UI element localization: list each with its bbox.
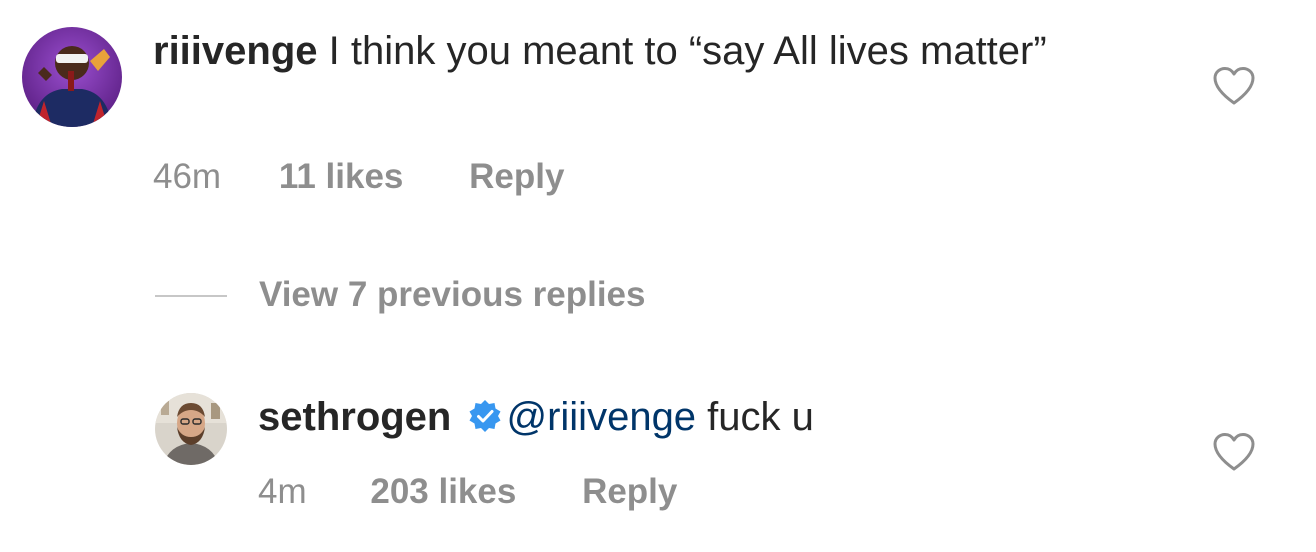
comment-likes-count[interactable]: 203 likes xyxy=(370,472,516,511)
heart-icon[interactable] xyxy=(1212,432,1256,472)
comment-timestamp: 4m xyxy=(258,472,307,511)
comment-body: I think you meant to “say All lives matt… xyxy=(317,29,1047,73)
mention-link[interactable]: @riiivenge xyxy=(506,395,696,439)
view-previous-replies-button[interactable]: View 7 previous replies xyxy=(259,275,646,315)
comment-text: sethrogen @riiivenge fuck u xyxy=(258,393,814,441)
verified-badge-icon xyxy=(468,396,502,432)
comment-body: fuck u xyxy=(696,395,814,439)
performer-avatar-image xyxy=(22,27,122,127)
comment-meta: 46m 11 likes Reply xyxy=(153,157,564,197)
comment-text: riiivenge I think you meant to “say All … xyxy=(153,27,1163,75)
reply-button[interactable]: Reply xyxy=(582,472,677,511)
comment-username[interactable]: sethrogen xyxy=(258,395,451,439)
bearded-man-avatar-image xyxy=(155,393,227,465)
reply-button[interactable]: Reply xyxy=(469,157,564,196)
heart-icon[interactable] xyxy=(1212,66,1256,106)
comment-meta: 4m 203 likes Reply xyxy=(258,472,677,512)
avatar[interactable] xyxy=(22,27,122,127)
comment-likes-count[interactable]: 11 likes xyxy=(279,157,404,196)
comment-username[interactable]: riiivenge xyxy=(153,29,318,73)
avatar[interactable] xyxy=(155,393,227,465)
comment-timestamp: 46m xyxy=(153,157,222,196)
replies-divider xyxy=(155,295,227,297)
